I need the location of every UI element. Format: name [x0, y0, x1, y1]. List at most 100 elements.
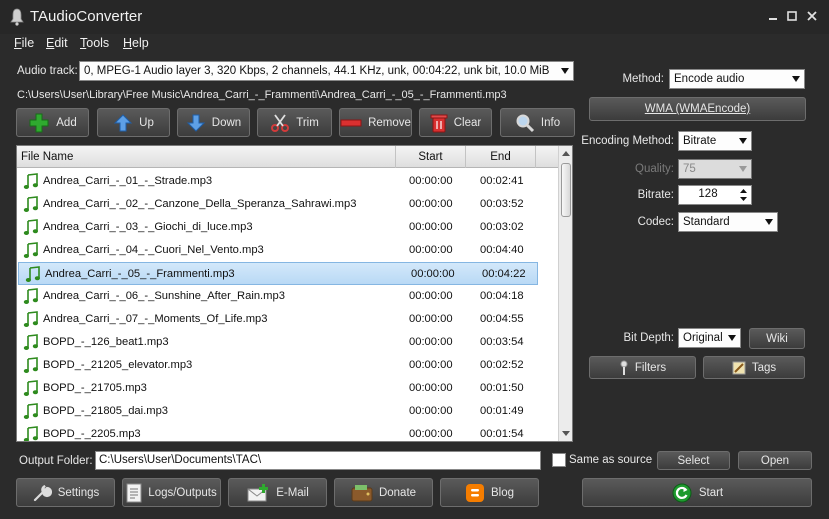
method-select[interactable]: Encode audio — [669, 69, 805, 89]
tags-button[interactable]: Tags — [703, 356, 805, 379]
file-name-cell: Andrea_Carri_-_02_-_Canzone_Della_Speran… — [43, 198, 357, 210]
codec-label: Codec: — [637, 216, 674, 228]
start-time-cell: 00:00:00 — [409, 221, 453, 233]
arrow-up-icon — [113, 113, 133, 131]
file-name-cell: BOPD_-_2205.mp3 — [43, 428, 141, 440]
encoder-button[interactable]: WMA (WMAEncode) — [589, 97, 806, 121]
encoding-method-select[interactable]: Bitrate — [678, 131, 752, 151]
table-row[interactable]: Andrea_Carri_-_03_-_Giochi_di_luce.mp3 00… — [17, 216, 537, 239]
music-note-icon — [23, 173, 38, 189]
menu-tools[interactable]: Tools — [80, 36, 109, 50]
minimize-button[interactable] — [764, 9, 782, 25]
bit-depth-label: Bit Depth: — [623, 332, 675, 344]
file-name-cell: Andrea_Carri_-_05_-_Frammenti.mp3 — [45, 268, 235, 280]
menu-edit[interactable]: Edit — [46, 36, 68, 50]
current-file-path: C:\Users\User\Library\Free Music\Andrea_… — [17, 89, 507, 101]
file-list[interactable]: File Name Start End Andrea_Carri_-_01_-_… — [16, 145, 573, 442]
table-row[interactable]: BOPD_-_21205_elevator.mp3 00:00:00 00:02:5… — [17, 354, 537, 377]
table-row[interactable]: Andrea_Carri_-_04_-_Cuori_Nel_Vento.mp3 0… — [17, 239, 537, 262]
blog-button[interactable]: Blog — [440, 478, 539, 507]
column-header-end[interactable]: End — [466, 146, 536, 168]
table-row[interactable]: BOPD_-_21705.mp3 00:00:00 00:01:50 — [17, 377, 537, 400]
chevron-down-icon — [561, 68, 569, 74]
bitrate-spinner[interactable]: 128 — [678, 185, 752, 205]
file-list-scrollbar[interactable] — [558, 146, 572, 441]
start-time-cell: 00:00:00 — [409, 313, 453, 325]
donate-button[interactable]: Donate — [334, 478, 433, 507]
wiki-button[interactable]: Wiki — [749, 328, 805, 349]
file-name-cell: Andrea_Carri_-_03_-_Giochi_di_luce.mp3 — [43, 221, 253, 233]
select-folder-button[interactable]: Select — [657, 451, 730, 470]
trim-button[interactable]: Trim — [257, 108, 332, 137]
info-button[interactable]: Info — [500, 108, 575, 137]
end-time-cell: 00:01:49 — [480, 405, 524, 417]
window-title: TAudioConverter — [30, 8, 143, 25]
codec-select[interactable]: Standard — [678, 212, 778, 232]
arrow-down-icon — [186, 114, 206, 132]
settings-button[interactable]: Settings — [16, 478, 115, 507]
table-row[interactable]: Andrea_Carri_-_01_-_Strade.mp3 00:00:00 00… — [17, 170, 537, 193]
music-note-icon — [23, 196, 38, 212]
start-time-cell: 00:00:00 — [409, 244, 453, 256]
chevron-down-icon — [739, 138, 747, 144]
encoding-method-label: Encoding Method: — [581, 135, 674, 147]
blogger-icon — [465, 483, 484, 502]
table-row[interactable]: Andrea_Carri_-_02_-_Canzone_Della_Speran… — [17, 193, 537, 216]
music-note-icon — [25, 266, 40, 282]
table-row[interactable]: Andrea_Carri_-_06_-_Sunshine_After_Rain.… — [17, 285, 537, 308]
minus-icon — [340, 119, 362, 126]
trash-icon — [430, 114, 448, 132]
scroll-up-icon[interactable] — [562, 151, 570, 156]
start-time-cell: 00:00:00 — [409, 175, 453, 187]
end-time-cell: 00:04:22 — [482, 268, 526, 280]
down-button[interactable]: Down — [177, 108, 250, 137]
table-row[interactable]: BOPD_-_21805_dai.mp3 00:00:00 00:01:49 — [17, 400, 537, 423]
output-folder-label: Output Folder: — [19, 455, 93, 467]
menu-help[interactable]: Help — [123, 36, 149, 50]
table-row[interactable]: BOPD_-_2205.mp3 00:00:00 00:01:54 — [17, 423, 537, 441]
document-icon — [126, 483, 142, 502]
start-time-cell: 00:00:00 — [409, 198, 453, 210]
filters-button[interactable]: Filters — [589, 356, 696, 379]
music-note-icon — [23, 426, 38, 441]
scroll-down-icon[interactable] — [562, 431, 570, 436]
open-folder-button[interactable]: Open — [738, 451, 812, 470]
quality-select[interactable]: 75 — [678, 159, 752, 179]
start-time-cell: 00:00:00 — [411, 268, 455, 280]
file-name-cell: Andrea_Carri_-_07_-_Moments_Of_Life.mp3 — [43, 313, 268, 325]
logs-outputs-button[interactable]: Logs/Outputs — [122, 478, 221, 507]
bit-depth-select[interactable]: Original — [678, 328, 741, 348]
add-button[interactable]: Add — [16, 108, 89, 137]
scroll-thumb[interactable] — [561, 163, 571, 217]
close-button[interactable] — [803, 9, 821, 25]
audio-track-select[interactable]: 0, MPEG-1 Audio layer 3, 320 Kbps, 2 cha… — [79, 61, 574, 81]
refresh-icon — [672, 483, 692, 502]
column-header-start[interactable]: Start — [396, 146, 466, 168]
same-as-source-checkbox[interactable] — [552, 453, 566, 467]
file-list-header: File Name Start End — [17, 146, 558, 168]
column-header-file-name[interactable]: File Name — [17, 146, 396, 168]
clear-button[interactable]: Clear — [419, 108, 492, 137]
menu-file[interactable]: File — [14, 36, 34, 50]
end-time-cell: 00:03:02 — [480, 221, 524, 233]
spinner-arrows-icon[interactable] — [739, 188, 748, 202]
end-time-cell: 00:04:40 — [480, 244, 524, 256]
up-button[interactable]: Up — [97, 108, 170, 137]
output-folder-input[interactable]: C:\Users\User\Documents\TAC\ — [95, 451, 541, 470]
table-row[interactable]: Andrea_Carri_-_07_-_Moments_Of_Life.mp3 0… — [17, 308, 537, 331]
end-time-cell: 00:01:54 — [480, 428, 524, 440]
chevron-down-icon — [728, 335, 736, 341]
remove-button[interactable]: Remove — [339, 108, 412, 137]
file-name-cell: BOPD_-_21205_elevator.mp3 — [43, 359, 193, 371]
start-time-cell: 00:00:00 — [409, 428, 453, 440]
email-button[interactable]: E-Mail — [228, 478, 327, 507]
close-icon — [807, 11, 817, 21]
plus-icon — [29, 113, 49, 132]
start-button[interactable]: Start — [582, 478, 812, 507]
maximize-button[interactable] — [783, 9, 801, 25]
file-name-cell: Andrea_Carri_-_04_-_Cuori_Nel_Vento.mp3 — [43, 244, 264, 256]
music-note-icon — [23, 380, 38, 396]
table-row[interactable]: Andrea_Carri_-_05_-_Frammenti.mp3 00:00:0… — [18, 262, 538, 285]
file-name-cell: BOPD_-_21805_dai.mp3 — [43, 405, 169, 417]
table-row[interactable]: BOPD_-_126_beat1.mp3 00:00:00 00:03:54 — [17, 331, 537, 354]
